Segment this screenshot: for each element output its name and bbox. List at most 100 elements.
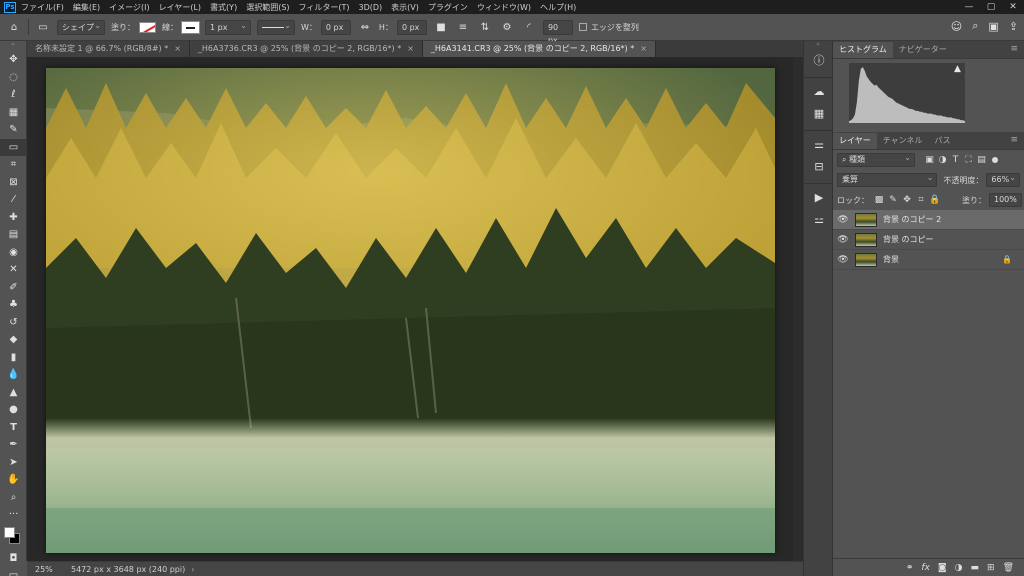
layer-row[interactable]: 👁 背景 のコピー bbox=[833, 230, 1024, 250]
swatches-icon[interactable]: ▦ bbox=[804, 102, 834, 124]
add-mask-icon[interactable]: ◙ bbox=[938, 563, 947, 573]
workspace-icon[interactable]: ▣ bbox=[988, 20, 998, 33]
layer-row[interactable]: 👁 背景 🔒 bbox=[833, 250, 1024, 270]
lock-artboard-icon[interactable]: ⌗ bbox=[914, 195, 928, 205]
color-icon[interactable]: ☁ bbox=[804, 80, 834, 102]
layer-style-fx-icon[interactable]: fx bbox=[921, 563, 930, 573]
marquee-tool-icon[interactable]: ◌ bbox=[0, 69, 27, 87]
lasso-tool-icon[interactable]: ℓ bbox=[0, 86, 27, 104]
menu-plugins[interactable]: プラグイン bbox=[428, 2, 468, 13]
path-select-tool-icon[interactable]: ➤ bbox=[0, 454, 27, 472]
warning-icon[interactable]: ▲ bbox=[954, 64, 961, 74]
foreground-color[interactable] bbox=[4, 526, 15, 538]
frame-tool-icon[interactable]: ⊠ bbox=[0, 174, 27, 192]
pen-tool-icon[interactable]: ✒ bbox=[0, 436, 27, 454]
minimize-button[interactable]: — bbox=[958, 0, 980, 14]
quick-mask-icon[interactable]: ◘ bbox=[0, 550, 27, 568]
document-image[interactable] bbox=[46, 68, 775, 553]
rectangle-tool-icon[interactable]: ▭ bbox=[0, 138, 27, 156]
tool-preset-icon[interactable]: ▭ bbox=[35, 19, 51, 35]
maximize-button[interactable]: ▢ bbox=[980, 0, 1002, 14]
menu-filter[interactable]: フィルター(T) bbox=[299, 2, 350, 13]
canvas-area[interactable] bbox=[27, 57, 803, 561]
document-tab-active[interactable]: _H6A3141.CR3 @ 25% (背景 のコピー 2, RGB/16*) … bbox=[422, 41, 656, 57]
lock-pixels-icon[interactable]: ✎ bbox=[886, 195, 900, 205]
color-swatches[interactable] bbox=[0, 524, 27, 550]
brush-tool-icon[interactable]: ✐ bbox=[0, 279, 27, 297]
tab-navigator[interactable]: ナビゲーター bbox=[893, 42, 953, 58]
close-tab-icon[interactable]: × bbox=[640, 44, 647, 53]
menu-window[interactable]: ウィンドウ(W) bbox=[477, 2, 531, 13]
visibility-eye-icon[interactable]: 👁 bbox=[833, 215, 853, 225]
menu-edit[interactable]: 編集(E) bbox=[73, 2, 100, 13]
gradient-tool-icon[interactable]: ▮ bbox=[0, 349, 27, 367]
home-icon[interactable]: ⌂ bbox=[6, 19, 22, 35]
close-tab-icon[interactable]: × bbox=[407, 44, 414, 53]
stroke-type-select[interactable] bbox=[257, 19, 295, 35]
path-arrangement-icon[interactable]: ⇅ bbox=[477, 19, 493, 35]
tab-paths[interactable]: パス bbox=[929, 133, 957, 149]
blend-mode-select[interactable]: 乗算 bbox=[837, 172, 938, 187]
tab-layers[interactable]: レイヤー bbox=[833, 133, 877, 149]
link-layers-icon[interactable]: ⚭ bbox=[906, 563, 914, 573]
document-tab[interactable]: 名称未設定 1 @ 66.7% (RGB/8#) * × bbox=[27, 41, 190, 57]
panel-menu-icon[interactable]: ≡ bbox=[1010, 135, 1018, 145]
close-window-button[interactable]: ✕ bbox=[1002, 0, 1024, 14]
fill-swatch[interactable] bbox=[139, 21, 156, 33]
pixel-filter-icon[interactable]: ▣ bbox=[923, 155, 936, 165]
adjustment-layer-icon[interactable]: ◑ bbox=[955, 563, 963, 573]
stroke-swatch[interactable] bbox=[181, 20, 200, 34]
corner-radius-input[interactable]: 90 px bbox=[542, 19, 573, 45]
crop-tool-icon[interactable]: ⌗ bbox=[0, 156, 27, 174]
trash-icon[interactable]: 🗑 bbox=[1003, 563, 1014, 573]
lock-all-icon[interactable]: 🔒 bbox=[928, 195, 942, 205]
shape-mode-select[interactable]: シェイプ bbox=[57, 19, 105, 35]
history-brush-icon[interactable]: ↺ bbox=[0, 314, 27, 332]
path-operations-icon[interactable]: ■ bbox=[433, 19, 449, 35]
info-icon[interactable]: ⓘ bbox=[804, 49, 834, 71]
healing-brush-icon[interactable]: ✚ bbox=[0, 209, 27, 227]
layer-row[interactable]: 👁 背景 のコピー 2 bbox=[833, 210, 1024, 230]
visibility-eye-icon[interactable]: 👁 bbox=[833, 235, 853, 245]
menu-layer[interactable]: レイヤー(L) bbox=[159, 2, 201, 13]
object-select-tool-icon[interactable]: ▦ bbox=[0, 104, 27, 122]
properties-icon[interactable]: ⊟ bbox=[804, 155, 834, 177]
panel-menu-icon[interactable]: ≡ bbox=[1010, 44, 1018, 54]
smart-object-filter-icon[interactable]: ▤ bbox=[975, 155, 988, 165]
actions-play-icon[interactable]: ▶ bbox=[804, 186, 834, 208]
share-export-icon[interactable]: ⇪ bbox=[1009, 20, 1018, 33]
close-tab-icon[interactable]: × bbox=[174, 44, 181, 53]
panel-grip[interactable]: « bbox=[804, 41, 832, 49]
quick-select-tool-icon[interactable]: ✎ bbox=[0, 121, 27, 139]
menu-help[interactable]: ヘルプ(H) bbox=[540, 2, 576, 13]
width-input[interactable]: 0 px bbox=[320, 19, 351, 35]
patch-tool-icon[interactable]: ▤ bbox=[0, 226, 27, 244]
panel-grip[interactable]: » bbox=[0, 41, 26, 51]
clone-stamp-icon[interactable]: ♣ bbox=[0, 296, 27, 314]
align-edges-checkbox[interactable] bbox=[578, 23, 587, 31]
hand-tool-icon[interactable]: ✋ bbox=[0, 471, 27, 489]
menu-type[interactable]: 書式(Y) bbox=[210, 2, 237, 13]
status-menu-arrow[interactable]: › bbox=[185, 565, 194, 574]
type-filter-icon[interactable]: T bbox=[949, 155, 962, 165]
new-layer-icon[interactable]: ⊞ bbox=[987, 563, 995, 573]
opacity-input[interactable]: 66% bbox=[986, 172, 1020, 187]
menu-image[interactable]: イメージ(I) bbox=[109, 2, 149, 13]
blur-tool-icon[interactable]: 💧 bbox=[0, 366, 27, 384]
adjustment-filter-icon[interactable]: ◑ bbox=[936, 155, 949, 165]
menu-3d[interactable]: 3D(D) bbox=[359, 3, 383, 12]
link-icon[interactable]: ⇔ bbox=[357, 19, 373, 35]
more-tools-icon[interactable]: ··· bbox=[0, 506, 27, 524]
dodge-tool-icon[interactable]: ● bbox=[0, 401, 27, 419]
visibility-eye-icon[interactable]: 👁 bbox=[833, 255, 853, 265]
eraser-tool-icon[interactable]: ◆ bbox=[0, 331, 27, 349]
path-alignment-icon[interactable]: ≡ bbox=[455, 19, 471, 35]
new-group-icon[interactable]: ▬ bbox=[971, 563, 980, 573]
document-tab[interactable]: _H6A3736.CR3 @ 25% (背景 のコピー 2, RGB/16*) … bbox=[189, 41, 423, 57]
stroke-width-select[interactable]: 1 px bbox=[205, 19, 251, 35]
height-input[interactable]: 0 px bbox=[396, 19, 427, 35]
filter-toggle[interactable] bbox=[992, 157, 998, 163]
content-aware-move-icon[interactable]: ✕ bbox=[0, 261, 27, 279]
eyedropper-tool-icon[interactable]: ⁄ bbox=[0, 191, 27, 209]
lock-position-icon[interactable]: ✥ bbox=[900, 195, 914, 205]
